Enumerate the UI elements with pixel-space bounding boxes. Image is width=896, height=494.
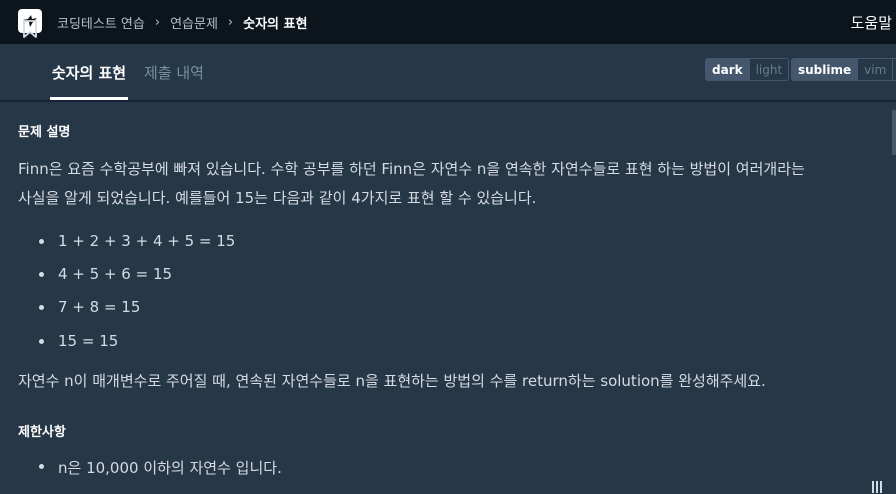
breadcrumb-item-current: 숫자의 표현 <box>243 16 308 32</box>
scrollbar[interactable] <box>892 110 896 155</box>
keymap-vim-button[interactable]: vim <box>857 59 893 80</box>
theme-toggle: dark light <box>705 58 790 81</box>
breadcrumb-item-practice[interactable]: 연습문제 <box>170 13 218 32</box>
constraint-item: n은 10,000 이하의 자연수 입니다. <box>58 459 282 477</box>
description-line-2: 사실을 알게 되었습니다. 예를들어 15는 다음과 같이 4가지로 표현 할 … <box>18 189 537 207</box>
editor-keymap-toggle: sublime vim e <box>791 58 896 81</box>
top-bar: 코딩테스트 연습 › 연습문제 › 숫자의 표현 도움말 <box>0 0 896 44</box>
theme-dark-button[interactable]: dark <box>706 59 749 80</box>
bullet <box>39 305 44 310</box>
bullet <box>39 239 44 244</box>
bullet <box>39 272 44 277</box>
bookmark-icon[interactable] <box>22 19 38 39</box>
keymap-sublime-button[interactable]: sublime <box>792 59 858 80</box>
list-item: 15 = 15 <box>58 332 119 350</box>
bullet <box>39 464 44 469</box>
theme-light-button[interactable]: light <box>748 59 789 80</box>
help-link[interactable]: 도움말 <box>851 0 892 44</box>
tab-submissions[interactable]: 제출 내역 <box>144 44 204 100</box>
list-item: 1 + 2 + 3 + 4 + 5 = 15 <box>58 232 236 250</box>
resize-handle-icon[interactable] <box>872 479 886 493</box>
list-item: 7 + 8 = 15 <box>58 298 141 316</box>
section-title-description: 문제 설명 <box>18 125 71 140</box>
breadcrumb: 코딩테스트 연습 › 연습문제 › 숫자의 표현 <box>57 0 307 44</box>
keymap-emacs-button[interactable]: e <box>892 59 896 80</box>
bullet <box>39 339 44 344</box>
chevron-right-icon: › <box>227 14 234 30</box>
task-text: 자연수 n이 매개변수로 주어질 때, 연속된 자연수들로 n을 표현하는 방법… <box>18 372 766 390</box>
section-title-constraints: 제한사항 <box>18 425 66 440</box>
list-item: 4 + 5 + 6 = 15 <box>58 265 173 283</box>
breadcrumb-item-coding-test[interactable]: 코딩테스트 연습 <box>57 13 145 32</box>
chevron-right-icon: › <box>154 14 161 30</box>
tab-problem[interactable]: 숫자의 표현 <box>50 44 128 100</box>
description-line-1: Finn은 요즘 수학공부에 빠져 있습니다. 수학 공부를 하던 Finn은 … <box>18 160 805 178</box>
